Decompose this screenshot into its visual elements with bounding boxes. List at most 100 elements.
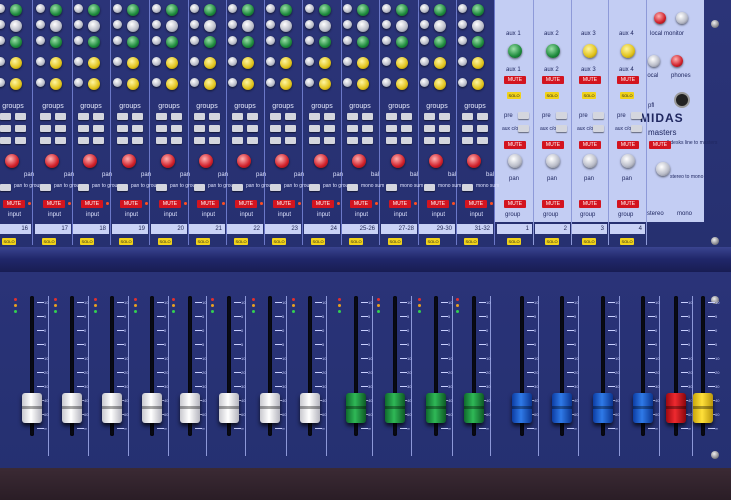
solo-button[interactable]: SOLO [388,238,402,245]
aux-cfl-button[interactable] [556,125,567,132]
aux-send-knob[interactable] [280,36,292,48]
aux-send-knob[interactable] [113,57,122,66]
aux-send-knob[interactable] [266,4,275,13]
aux-master-knob[interactable] [583,44,597,58]
aux-send-knob[interactable] [88,20,100,32]
fader-cap[interactable] [693,393,713,423]
fader-cap[interactable] [426,393,446,423]
aux-send-knob[interactable] [472,57,484,69]
aux-send-knob[interactable] [127,20,139,32]
aux-master-knob[interactable] [508,44,522,58]
local-monitor-aux-knob[interactable] [676,12,688,24]
aux-send-knob[interactable] [10,4,22,16]
aux-send-knob[interactable] [242,78,254,90]
pan-knob[interactable] [5,154,19,168]
aux-send-knob[interactable] [50,36,62,48]
aux-send-knob[interactable] [382,78,391,87]
aux-send-knob[interactable] [434,20,446,32]
pre-button[interactable] [631,112,642,119]
aux-send-knob[interactable] [113,20,122,29]
aux-send-knob[interactable] [88,36,100,48]
group-assign-button[interactable] [232,113,243,120]
aux-mute-button[interactable]: MUTE [504,76,526,84]
group-assign-button[interactable] [386,137,397,144]
pan-to-groups-button[interactable] [347,184,358,191]
group-assign-button[interactable] [93,137,104,144]
group-assign-button[interactable] [477,113,488,120]
group-assign-button[interactable] [55,137,66,144]
mute-button[interactable]: MUTE [273,200,295,208]
mute-button[interactable]: MUTE [389,200,411,208]
fader-cap[interactable] [102,393,122,423]
group-assign-button[interactable] [270,125,281,132]
group-assign-button[interactable] [55,113,66,120]
group-solo-button[interactable]: SOLO [620,238,634,245]
aux-send-knob[interactable] [434,36,446,48]
aux-send-knob[interactable] [152,20,161,29]
group-assign-button[interactable] [270,113,281,120]
group-solo-button[interactable]: SOLO [507,238,521,245]
group-assign-button[interactable] [209,113,220,120]
pan-knob[interactable] [467,154,481,168]
aux-send-knob[interactable] [396,4,408,16]
aux-send-knob[interactable] [472,4,484,16]
aux-master-knob[interactable] [621,44,635,58]
group-assign-button[interactable] [78,125,89,132]
mute-button[interactable]: MUTE [43,200,65,208]
group-assign-button[interactable] [78,113,89,120]
aux-send-knob[interactable] [396,36,408,48]
aux-send-knob[interactable] [420,78,429,87]
group-mute-button[interactable]: MUTE [579,141,601,149]
solo-button[interactable]: SOLO [349,238,363,245]
aux-send-knob[interactable] [228,4,237,13]
aux-send-knob[interactable] [152,57,161,66]
group-assign-button[interactable] [117,113,128,120]
aux-send-knob[interactable] [10,20,22,32]
group-assign-button[interactable] [424,137,435,144]
local-level-knob[interactable] [648,55,660,67]
fader-cap[interactable] [180,393,200,423]
aux-send-knob[interactable] [228,78,237,87]
aux-send-knob[interactable] [36,78,45,87]
aux-send-knob[interactable] [242,36,254,48]
pan-to-groups-button[interactable] [156,184,167,191]
group-assign-button[interactable] [347,113,358,120]
aux-send-knob[interactable] [357,4,369,16]
aux-send-knob[interactable] [458,4,467,13]
group-assign-button[interactable] [132,125,143,132]
fader-cap[interactable] [464,393,484,423]
fader-cap[interactable] [593,393,613,423]
aux-send-knob[interactable] [242,4,254,16]
group-assign-button[interactable] [462,137,473,144]
aux-send-knob[interactable] [127,36,139,48]
group-assign-button[interactable] [171,113,182,120]
aux-send-knob[interactable] [319,57,331,69]
pan-knob[interactable] [391,154,405,168]
aux-send-knob[interactable] [74,78,83,87]
aux-send-knob[interactable] [420,4,429,13]
aux-mute-button[interactable]: MUTE [579,76,601,84]
group-assign-button[interactable] [439,137,450,144]
aux-cfl-button[interactable] [631,125,642,132]
group-assign-button[interactable] [309,125,320,132]
group-assign-button[interactable] [40,125,51,132]
mute-button[interactable]: MUTE [427,200,449,208]
aux-send-knob[interactable] [472,20,484,32]
aux-send-knob[interactable] [50,57,62,69]
group-assign-button[interactable] [386,113,397,120]
aux-send-knob[interactable] [127,57,139,69]
solo-button[interactable]: SOLO [234,238,248,245]
pan-to-groups-button[interactable] [194,184,205,191]
aux-send-knob[interactable] [113,36,122,45]
group-pan-knob[interactable] [546,154,560,168]
aux-send-knob[interactable] [319,4,331,16]
pan-knob[interactable] [122,154,136,168]
group-mute-button-2[interactable]: MUTE [542,200,564,208]
fader-cap[interactable] [22,393,42,423]
aux-send-knob[interactable] [88,78,100,90]
solo-button[interactable]: SOLO [2,238,16,245]
aux-send-knob[interactable] [50,20,62,32]
group-assign-button[interactable] [40,113,51,120]
aux-cfl-button[interactable] [518,125,529,132]
aux-send-knob[interactable] [434,4,446,16]
